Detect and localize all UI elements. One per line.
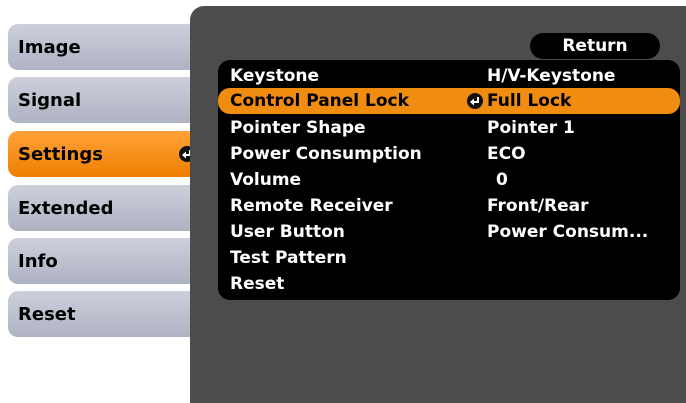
menu-row-user-button[interactable]: User Button Power Consum... [218,219,680,245]
row-value: Pointer 1 [487,118,575,138]
tab-settings[interactable]: Settings [8,131,205,177]
menu-row-pointer-shape[interactable]: Pointer Shape Pointer 1 [218,115,680,141]
settings-list: Keystone H/V-Keystone Control Panel Lock… [218,60,680,300]
row-label: Keystone [230,66,320,86]
tab-label: Extended [18,197,114,219]
return-button[interactable]: Return [530,33,660,59]
row-value: ECO [487,144,526,164]
row-value: Power Consum... [487,222,649,242]
menu-row-power-consumption[interactable]: Power Consumption ECO [218,141,680,167]
tab-info[interactable]: Info [8,238,205,284]
sidebar-menu: Image Signal Settings Extended Info Rese… [0,0,205,403]
tab-label: Reset [18,303,76,325]
tab-label: Image [18,36,81,58]
row-label: Pointer Shape [230,118,366,138]
row-label: Test Pattern [230,248,347,268]
tab-image[interactable]: Image [8,24,205,70]
menu-row-reset[interactable]: Reset [218,271,680,297]
row-label: Volume [230,170,302,190]
enter-icon [467,93,483,109]
row-label: Power Consumption [230,144,422,164]
menu-row-keystone[interactable]: Keystone H/V-Keystone [218,63,680,89]
menu-row-remote-receiver[interactable]: Remote Receiver Front/Rear [218,193,680,219]
row-label: Control Panel Lock [230,91,409,111]
menu-row-test-pattern[interactable]: Test Pattern [218,245,680,271]
tab-label: Info [18,250,58,272]
row-value: 0 [496,170,508,190]
menu-row-volume[interactable]: Volume 0 [218,167,680,193]
row-value: H/V-Keystone [487,66,616,86]
row-label: Reset [230,274,285,294]
menu-row-control-panel-lock[interactable]: Control Panel Lock Full Lock [218,88,680,114]
tab-reset[interactable]: Reset [8,291,205,337]
tab-signal[interactable]: Signal [8,77,205,123]
row-label: User Button [230,222,345,242]
row-value: Full Lock [487,91,572,111]
row-label: Remote Receiver [230,196,393,216]
tab-label: Settings [18,143,103,165]
tab-label: Signal [18,89,82,111]
tab-extended[interactable]: Extended [8,185,205,231]
row-value: Front/Rear [487,196,589,216]
